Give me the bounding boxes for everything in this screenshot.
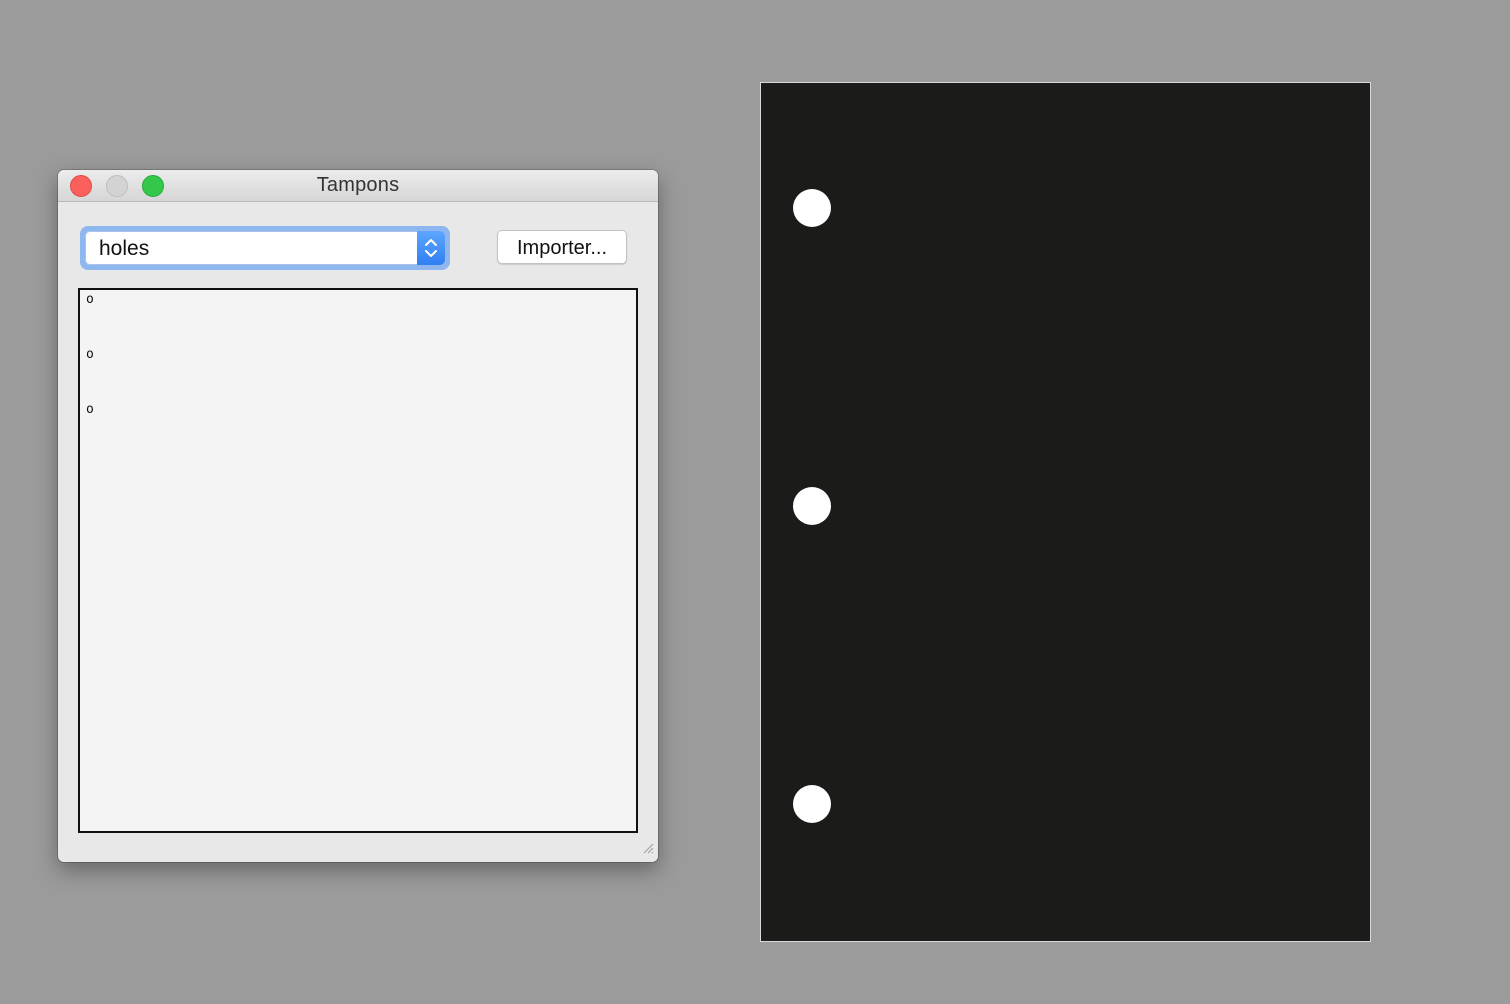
stamp-select-value: holes (99, 237, 150, 260)
resize-grip-icon[interactable] (642, 841, 654, 859)
page-preview[interactable] (761, 83, 1370, 941)
punch-hole (793, 189, 831, 227)
stamp-item[interactable]: o (86, 402, 94, 417)
up-down-chevron-icon[interactable] (417, 231, 445, 265)
stamps-panel: Tampons holes Importer... o o o (58, 170, 658, 862)
desktop: Tampons holes Importer... o o o (0, 0, 1510, 1004)
title-bar[interactable]: Tampons (58, 170, 658, 202)
stamp-select-focus-ring: holes (80, 226, 450, 270)
stamp-item[interactable]: o (86, 292, 94, 307)
window-title: Tampons (316, 174, 400, 196)
stamp-select[interactable]: holes (85, 231, 445, 265)
stamp-list[interactable]: o o o (78, 288, 638, 833)
import-button[interactable]: Importer... (497, 230, 627, 264)
stamp-item[interactable]: o (86, 347, 94, 362)
punch-hole (793, 487, 831, 525)
punch-hole (793, 785, 831, 823)
